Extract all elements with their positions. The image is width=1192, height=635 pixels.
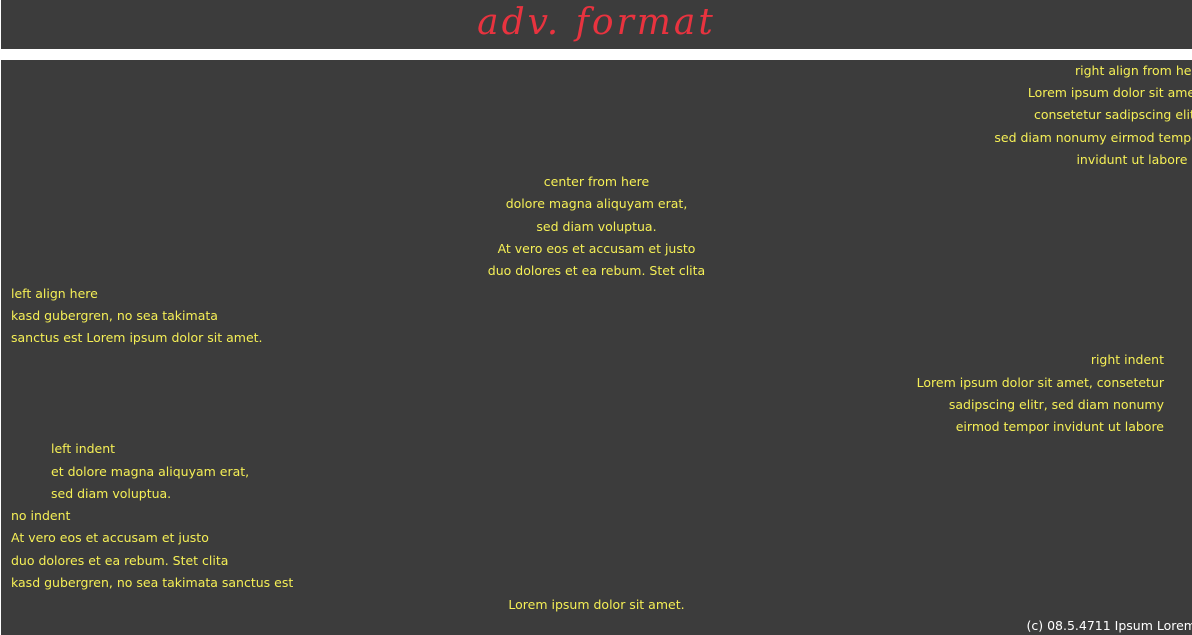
text-line: consetetur sadipscing elitr, [1033,107,1192,122]
text-line: Lorem ipsum dolor sit amet, [1027,85,1192,100]
text-line: dolore magna aliquyam erat, [505,196,688,211]
text-line: sed diam voluptua. [536,219,657,234]
content-area: right align from here Lorem ipsum dolor … [1,60,1192,635]
text-line: left align here [11,286,98,301]
text-line: eirmod tempor invidunt ut labore [955,419,1164,434]
text-line: sadipscing elitr, sed diam nonumy [948,397,1164,412]
text-line: center from here [543,174,650,189]
text-line: et dolore magna aliquyam erat, [51,464,250,479]
text-line: kasd gubergren, no sea takimata [11,308,218,323]
text-line: At vero eos et accusam et justo [11,530,209,545]
page-title: adv. format [477,2,716,43]
text-line: right indent [1090,352,1164,367]
text-line: duo dolores et ea rebum. Stet clita [11,553,229,568]
text-line: no indent [11,508,71,523]
text-line: invidunt ut labore et [1076,152,1192,167]
text-line: sed diam nonumy eirmod tempor [994,130,1192,145]
copyright-notice: (c) 08.5.4711 Ipsum Lorem [1026,618,1192,633]
footer-center-line: Lorem ipsum dolor sit amet. [508,597,685,612]
text-line: right align from here [1074,63,1192,78]
text-line: sanctus est Lorem ipsum dolor sit amet. [11,330,263,345]
text-line: Lorem ipsum dolor sit amet, consetetur [916,375,1164,390]
text-line: left indent [51,441,116,456]
text-line: sed diam voluptua. [51,486,172,501]
header-bar: adv. format [1,0,1192,49]
text-line: kasd gubergren, no sea takimata sanctus … [11,575,294,590]
text-line: duo dolores et ea rebum. Stet clita [487,263,706,278]
text-line: At vero eos et accusam et justo [497,241,696,256]
